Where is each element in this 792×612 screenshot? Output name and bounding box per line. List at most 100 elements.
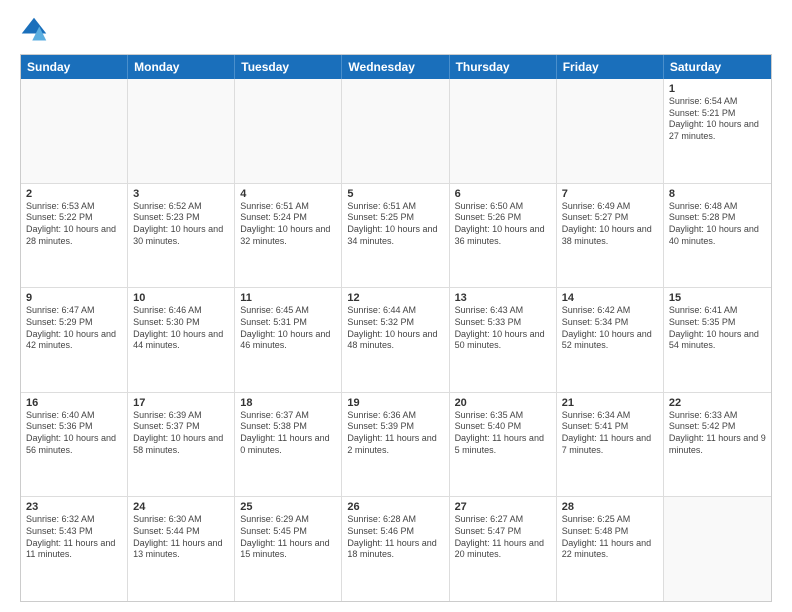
day-number: 6 <box>455 188 551 200</box>
day-info: Sunrise: 6:30 AM Sunset: 5:44 PM Dayligh… <box>133 514 229 561</box>
calendar-cell: 24Sunrise: 6:30 AM Sunset: 5:44 PM Dayli… <box>128 497 235 601</box>
day-info: Sunrise: 6:51 AM Sunset: 5:25 PM Dayligh… <box>347 201 443 248</box>
calendar-cell: 12Sunrise: 6:44 AM Sunset: 5:32 PM Dayli… <box>342 288 449 392</box>
day-info: Sunrise: 6:52 AM Sunset: 5:23 PM Dayligh… <box>133 201 229 248</box>
calendar-cell: 20Sunrise: 6:35 AM Sunset: 5:40 PM Dayli… <box>450 393 557 497</box>
day-number: 13 <box>455 292 551 304</box>
day-info: Sunrise: 6:47 AM Sunset: 5:29 PM Dayligh… <box>26 305 122 352</box>
day-info: Sunrise: 6:33 AM Sunset: 5:42 PM Dayligh… <box>669 410 766 457</box>
calendar-cell: 15Sunrise: 6:41 AM Sunset: 5:35 PM Dayli… <box>664 288 771 392</box>
day-number: 7 <box>562 188 658 200</box>
day-number: 10 <box>133 292 229 304</box>
calendar-cell: 14Sunrise: 6:42 AM Sunset: 5:34 PM Dayli… <box>557 288 664 392</box>
calendar-cell: 26Sunrise: 6:28 AM Sunset: 5:46 PM Dayli… <box>342 497 449 601</box>
calendar-cell: 22Sunrise: 6:33 AM Sunset: 5:42 PM Dayli… <box>664 393 771 497</box>
calendar-cell: 4Sunrise: 6:51 AM Sunset: 5:24 PM Daylig… <box>235 184 342 288</box>
calendar-cell: 16Sunrise: 6:40 AM Sunset: 5:36 PM Dayli… <box>21 393 128 497</box>
day-number: 24 <box>133 501 229 513</box>
weekday-header: Sunday <box>21 55 128 79</box>
calendar-body: 1Sunrise: 6:54 AM Sunset: 5:21 PM Daylig… <box>21 79 771 601</box>
day-info: Sunrise: 6:39 AM Sunset: 5:37 PM Dayligh… <box>133 410 229 457</box>
calendar-cell: 28Sunrise: 6:25 AM Sunset: 5:48 PM Dayli… <box>557 497 664 601</box>
day-number: 19 <box>347 397 443 409</box>
day-number: 16 <box>26 397 122 409</box>
day-info: Sunrise: 6:48 AM Sunset: 5:28 PM Dayligh… <box>669 201 766 248</box>
day-number: 9 <box>26 292 122 304</box>
logo <box>20 16 52 44</box>
day-number: 5 <box>347 188 443 200</box>
weekday-header: Thursday <box>450 55 557 79</box>
day-number: 27 <box>455 501 551 513</box>
day-number: 4 <box>240 188 336 200</box>
calendar-row: 2Sunrise: 6:53 AM Sunset: 5:22 PM Daylig… <box>21 184 771 289</box>
day-info: Sunrise: 6:53 AM Sunset: 5:22 PM Dayligh… <box>26 201 122 248</box>
day-info: Sunrise: 6:25 AM Sunset: 5:48 PM Dayligh… <box>562 514 658 561</box>
logo-icon <box>20 16 48 44</box>
day-number: 17 <box>133 397 229 409</box>
day-number: 23 <box>26 501 122 513</box>
day-number: 11 <box>240 292 336 304</box>
day-info: Sunrise: 6:27 AM Sunset: 5:47 PM Dayligh… <box>455 514 551 561</box>
day-number: 14 <box>562 292 658 304</box>
day-info: Sunrise: 6:37 AM Sunset: 5:38 PM Dayligh… <box>240 410 336 457</box>
day-info: Sunrise: 6:49 AM Sunset: 5:27 PM Dayligh… <box>562 201 658 248</box>
day-number: 3 <box>133 188 229 200</box>
calendar-cell: 18Sunrise: 6:37 AM Sunset: 5:38 PM Dayli… <box>235 393 342 497</box>
day-info: Sunrise: 6:34 AM Sunset: 5:41 PM Dayligh… <box>562 410 658 457</box>
calendar-cell <box>235 79 342 183</box>
day-number: 28 <box>562 501 658 513</box>
day-info: Sunrise: 6:36 AM Sunset: 5:39 PM Dayligh… <box>347 410 443 457</box>
weekday-header: Wednesday <box>342 55 449 79</box>
day-number: 12 <box>347 292 443 304</box>
weekday-header: Tuesday <box>235 55 342 79</box>
calendar-cell: 11Sunrise: 6:45 AM Sunset: 5:31 PM Dayli… <box>235 288 342 392</box>
calendar-cell <box>450 79 557 183</box>
calendar-cell: 3Sunrise: 6:52 AM Sunset: 5:23 PM Daylig… <box>128 184 235 288</box>
day-info: Sunrise: 6:40 AM Sunset: 5:36 PM Dayligh… <box>26 410 122 457</box>
calendar-cell: 25Sunrise: 6:29 AM Sunset: 5:45 PM Dayli… <box>235 497 342 601</box>
day-number: 20 <box>455 397 551 409</box>
calendar-cell: 1Sunrise: 6:54 AM Sunset: 5:21 PM Daylig… <box>664 79 771 183</box>
day-number: 21 <box>562 397 658 409</box>
calendar-cell: 27Sunrise: 6:27 AM Sunset: 5:47 PM Dayli… <box>450 497 557 601</box>
day-number: 8 <box>669 188 766 200</box>
day-number: 1 <box>669 83 766 95</box>
day-info: Sunrise: 6:29 AM Sunset: 5:45 PM Dayligh… <box>240 514 336 561</box>
day-info: Sunrise: 6:51 AM Sunset: 5:24 PM Dayligh… <box>240 201 336 248</box>
page-header <box>20 16 772 44</box>
day-info: Sunrise: 6:46 AM Sunset: 5:30 PM Dayligh… <box>133 305 229 352</box>
calendar-cell <box>21 79 128 183</box>
day-info: Sunrise: 6:32 AM Sunset: 5:43 PM Dayligh… <box>26 514 122 561</box>
day-number: 22 <box>669 397 766 409</box>
calendar-cell <box>342 79 449 183</box>
day-info: Sunrise: 6:44 AM Sunset: 5:32 PM Dayligh… <box>347 305 443 352</box>
day-info: Sunrise: 6:42 AM Sunset: 5:34 PM Dayligh… <box>562 305 658 352</box>
day-number: 15 <box>669 292 766 304</box>
calendar-cell: 8Sunrise: 6:48 AM Sunset: 5:28 PM Daylig… <box>664 184 771 288</box>
day-info: Sunrise: 6:28 AM Sunset: 5:46 PM Dayligh… <box>347 514 443 561</box>
calendar-cell: 6Sunrise: 6:50 AM Sunset: 5:26 PM Daylig… <box>450 184 557 288</box>
day-number: 18 <box>240 397 336 409</box>
day-info: Sunrise: 6:41 AM Sunset: 5:35 PM Dayligh… <box>669 305 766 352</box>
calendar-cell: 19Sunrise: 6:36 AM Sunset: 5:39 PM Dayli… <box>342 393 449 497</box>
calendar-cell: 21Sunrise: 6:34 AM Sunset: 5:41 PM Dayli… <box>557 393 664 497</box>
day-number: 26 <box>347 501 443 513</box>
calendar-cell: 2Sunrise: 6:53 AM Sunset: 5:22 PM Daylig… <box>21 184 128 288</box>
day-number: 25 <box>240 501 336 513</box>
calendar-cell: 7Sunrise: 6:49 AM Sunset: 5:27 PM Daylig… <box>557 184 664 288</box>
day-number: 2 <box>26 188 122 200</box>
calendar-cell: 10Sunrise: 6:46 AM Sunset: 5:30 PM Dayli… <box>128 288 235 392</box>
weekday-header: Monday <box>128 55 235 79</box>
day-info: Sunrise: 6:50 AM Sunset: 5:26 PM Dayligh… <box>455 201 551 248</box>
calendar-row: 23Sunrise: 6:32 AM Sunset: 5:43 PM Dayli… <box>21 497 771 601</box>
weekday-header: Friday <box>557 55 664 79</box>
day-info: Sunrise: 6:45 AM Sunset: 5:31 PM Dayligh… <box>240 305 336 352</box>
calendar-row: 1Sunrise: 6:54 AM Sunset: 5:21 PM Daylig… <box>21 79 771 184</box>
calendar-cell <box>128 79 235 183</box>
calendar-row: 16Sunrise: 6:40 AM Sunset: 5:36 PM Dayli… <box>21 393 771 498</box>
calendar-cell: 9Sunrise: 6:47 AM Sunset: 5:29 PM Daylig… <box>21 288 128 392</box>
calendar-cell: 13Sunrise: 6:43 AM Sunset: 5:33 PM Dayli… <box>450 288 557 392</box>
day-info: Sunrise: 6:43 AM Sunset: 5:33 PM Dayligh… <box>455 305 551 352</box>
calendar-cell <box>664 497 771 601</box>
day-info: Sunrise: 6:54 AM Sunset: 5:21 PM Dayligh… <box>669 96 766 143</box>
